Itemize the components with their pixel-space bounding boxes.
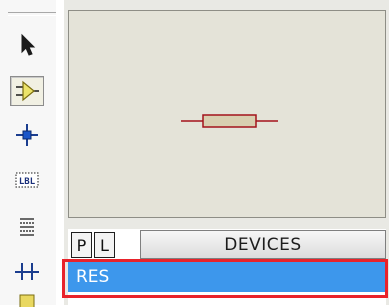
junction-icon: [16, 124, 38, 146]
device-picker-header: P L DEVICES: [68, 229, 386, 259]
arrow-cursor-icon: [21, 33, 36, 56]
mode-toolbar: LBL: [0, 0, 56, 307]
component-mode-button[interactable]: [10, 76, 44, 106]
junction-dot-mode-button[interactable]: [10, 120, 44, 150]
device-item-label: RES: [76, 267, 110, 287]
text-script-mode-button[interactable]: [10, 212, 44, 242]
text-script-icon: [20, 218, 34, 236]
buses-mode-button[interactable]: [10, 256, 44, 286]
resistor-symbol: [181, 114, 278, 128]
label-icon: LBL: [15, 172, 39, 188]
toolbar-separator: [8, 12, 56, 16]
component-preview: [68, 10, 386, 218]
selection-mode-button[interactable]: [10, 30, 44, 60]
devices-header: DEVICES: [140, 230, 386, 259]
device-list: RES: [68, 259, 386, 305]
wire-label-mode-button[interactable]: LBL: [10, 165, 44, 195]
svg-text:LBL: LBL: [19, 177, 36, 187]
bus-icon: [15, 263, 39, 280]
library-manager-button[interactable]: L: [94, 232, 115, 258]
component-icon: [16, 80, 39, 102]
pick-devices-button[interactable]: P: [71, 232, 92, 258]
device-item-res[interactable]: RES: [68, 262, 386, 292]
